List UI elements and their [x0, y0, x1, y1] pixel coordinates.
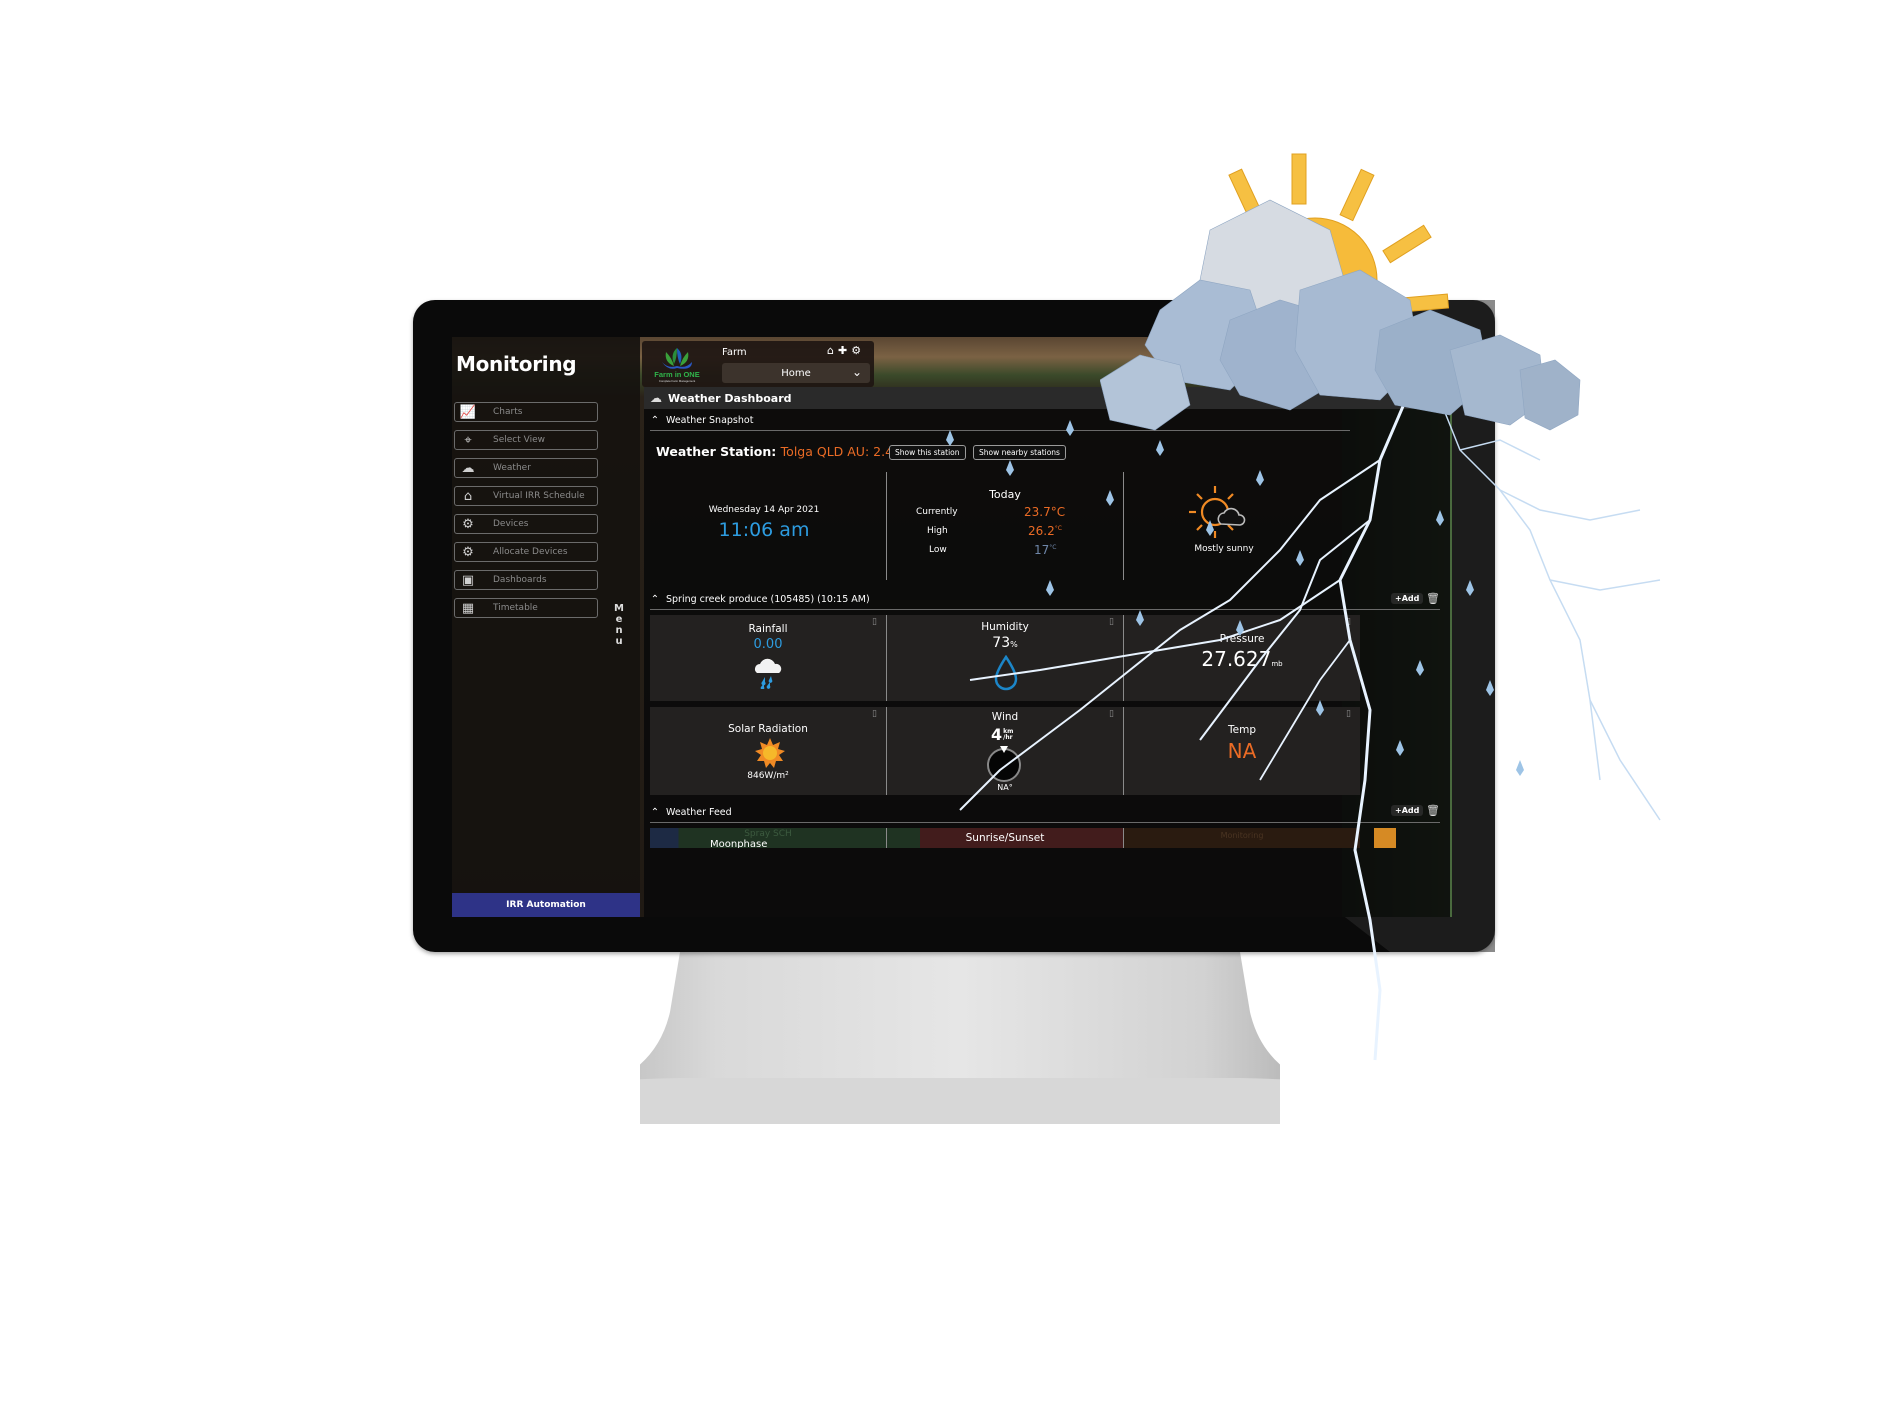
plus-icon[interactable]: ✚: [838, 344, 847, 357]
chart-line-icon: 📈: [459, 404, 477, 420]
chevron-up-icon: ⌃: [650, 414, 660, 426]
monitor-dashboard-icon: ▣: [461, 572, 475, 588]
sidebar-title: Monitoring: [456, 352, 577, 376]
sidebar-item-charts[interactable]: 📈 Charts: [454, 402, 598, 422]
cloud-sun-decoration: [1100, 153, 1581, 431]
feed-section-toggle[interactable]: ⌃ Weather Feed: [644, 803, 732, 821]
sidebar-item-devices[interactable]: ⚙ Devices: [454, 514, 598, 534]
chevron-up-icon: ⌃: [650, 806, 660, 818]
snapshot-time: 11:06 am: [718, 519, 810, 541]
rainfall-tile: Rainfall 0.00 ▯: [650, 615, 886, 701]
rainfall-value: 0.00: [753, 637, 783, 652]
menu-toggle[interactable]: Menu: [614, 603, 624, 647]
barn-icon: ⌂: [463, 488, 473, 504]
sidebar-item-select-view[interactable]: ⌖ Select View: [454, 430, 598, 450]
chevron-down-icon: ⌄: [851, 365, 862, 379]
target-view-icon: ⌖: [464, 432, 472, 448]
cloud-sun-icon: ☁: [461, 460, 475, 476]
solar-radiation-tile: Solar Radiation 846W/m² ▯: [650, 707, 886, 795]
sidebar: Monitoring 📈 Charts ⌖ Select View ☁ Weather…: [452, 337, 640, 917]
home-icon[interactable]: ⌂: [827, 344, 834, 357]
delete-tile-icon[interactable]: ▯: [872, 617, 877, 627]
chevron-up-icon: ⌃: [650, 593, 660, 605]
sidebar-item-dashboards[interactable]: ▣ Dashboards: [454, 570, 598, 590]
gears-icon: ⚙: [462, 516, 474, 532]
gears-icon: ⚙: [462, 544, 474, 560]
farm-label: Farm: [722, 347, 747, 358]
gear-icon[interactable]: ⚙: [851, 344, 861, 357]
weather-station: Weather Station: Tolga QLD AU: 2.4Km: [656, 444, 914, 459]
calendar-clock-icon: ▦: [461, 600, 475, 616]
sidebar-item-timetable[interactable]: ▦ Timetable: [454, 598, 598, 618]
sun-radiation-icon: [755, 738, 785, 768]
sidebar-item-virtual-irr-schedule[interactable]: ⌂ Virtual IRR Schedule: [454, 486, 598, 506]
station-section-toggle[interactable]: ⌃ Spring creek produce (105485) (10:15 A…: [644, 590, 870, 608]
farm-select-dropdown[interactable]: Home ⌄: [722, 363, 870, 383]
lightning-decoration: [946, 389, 1661, 1061]
delete-tile-icon[interactable]: ▯: [872, 709, 877, 719]
moonphase-tile: Spray SCH Moonphase: [650, 828, 886, 848]
dashboard-title: Weather Dashboard: [668, 391, 792, 405]
svg-text:Complete Farm Management: Complete Farm Management: [659, 379, 696, 383]
header-icons: ⌂ ✚ ⚙: [827, 344, 861, 357]
app-header: Farm in ONE Complete Farm Management Far…: [642, 341, 874, 387]
sidebar-item-weather[interactable]: ☁ Weather: [454, 458, 598, 478]
svg-text:Farm in ONE: Farm in ONE: [654, 370, 699, 379]
cloud-sun-icon: ☁: [650, 391, 662, 405]
rain-cloud-icon: [755, 658, 782, 689]
snapshot-section-toggle[interactable]: ⌃ Weather Snapshot: [644, 411, 754, 429]
irr-automation-button[interactable]: IRR Automation: [452, 893, 640, 917]
solar-radiation-value: 846W/m²: [747, 771, 789, 781]
snapshot-date: Wednesday 14 Apr 2021: [708, 505, 820, 515]
sidebar-item-allocate-devices[interactable]: ⚙ Allocate Devices: [454, 542, 598, 562]
farm-in-one-logo: Farm in ONE Complete Farm Management: [654, 348, 700, 383]
